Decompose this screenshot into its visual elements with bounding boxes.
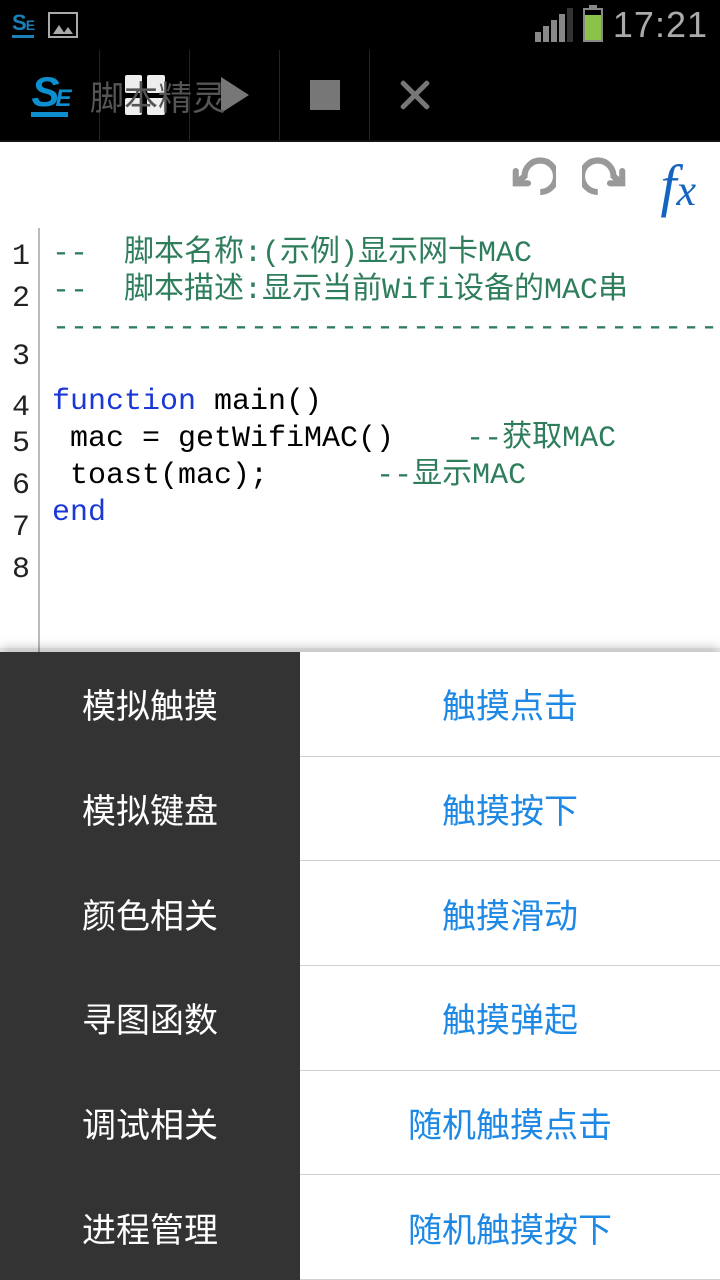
- line-number: 8: [0, 549, 30, 591]
- stop-button[interactable]: [280, 50, 370, 140]
- action-touch-down[interactable]: 触摸按下: [300, 757, 720, 862]
- close-button[interactable]: [370, 50, 460, 140]
- action-random-touch-click[interactable]: 随机触摸点击: [300, 1071, 720, 1176]
- redo-button[interactable]: [578, 153, 642, 217]
- category-debug[interactable]: 调试相关: [0, 1071, 300, 1176]
- action-touch-click[interactable]: 触摸点击: [300, 652, 720, 757]
- app-toolbar: 脚本精灵 SE: [0, 50, 720, 142]
- line-number: 3: [0, 320, 30, 394]
- category-keyboard-sim[interactable]: 模拟键盘: [0, 757, 300, 862]
- code-editor[interactable]: 1 2 3 4 5 6 7 8 -- 脚本名称:(示例)显示网卡MAC -- 脚…: [0, 228, 720, 654]
- android-status-bar: SE 17:21: [0, 0, 720, 50]
- code-content[interactable]: -- 脚本名称:(示例)显示网卡MAC -- 脚本描述:显示当前Wifi设备的M…: [40, 228, 720, 654]
- signal-icon: [535, 8, 573, 42]
- undo-icon: [500, 157, 556, 213]
- category-process[interactable]: 进程管理: [0, 1175, 300, 1280]
- action-list: 触摸点击 触摸按下 触摸滑动 触摸弹起 随机触摸点击 随机触摸按下: [300, 652, 720, 1280]
- grid-icon: [125, 75, 165, 115]
- app-logo[interactable]: SE: [0, 50, 100, 140]
- play-icon: [221, 77, 249, 113]
- action-touch-swipe[interactable]: 触摸滑动: [300, 861, 720, 966]
- line-number: 6: [0, 465, 30, 507]
- action-random-touch-down[interactable]: 随机触摸按下: [300, 1175, 720, 1280]
- line-number: 4: [0, 394, 30, 423]
- clock: 17:21: [613, 4, 708, 46]
- category-image-search[interactable]: 寻图函数: [0, 966, 300, 1071]
- line-number: 5: [0, 423, 30, 465]
- app-notification-icon: SE: [12, 12, 34, 38]
- function-insert-panel: 模拟触摸 模拟键盘 颜色相关 寻图函数 调试相关 进程管理 触摸点击 触摸按下 …: [0, 652, 720, 1280]
- fx-button[interactable]: fx: [660, 152, 696, 219]
- undo-button[interactable]: [496, 153, 560, 217]
- battery-icon: [583, 8, 603, 42]
- editor-toolbar: fx: [0, 142, 720, 228]
- redo-icon: [582, 157, 638, 213]
- stop-icon: [310, 80, 340, 110]
- category-list: 模拟触摸 模拟键盘 颜色相关 寻图函数 调试相关 进程管理: [0, 652, 300, 1280]
- close-icon: [398, 78, 432, 112]
- line-number: 2: [0, 278, 30, 320]
- line-number: 1: [0, 236, 30, 278]
- category-touch-sim[interactable]: 模拟触摸: [0, 652, 300, 757]
- action-touch-up[interactable]: 触摸弹起: [300, 966, 720, 1071]
- line-number-gutter: 1 2 3 4 5 6 7 8: [0, 228, 40, 654]
- picture-notification-icon: [48, 12, 78, 38]
- category-color[interactable]: 颜色相关: [0, 861, 300, 966]
- line-number: 7: [0, 507, 30, 549]
- apps-button[interactable]: [100, 50, 190, 140]
- play-button[interactable]: [190, 50, 280, 140]
